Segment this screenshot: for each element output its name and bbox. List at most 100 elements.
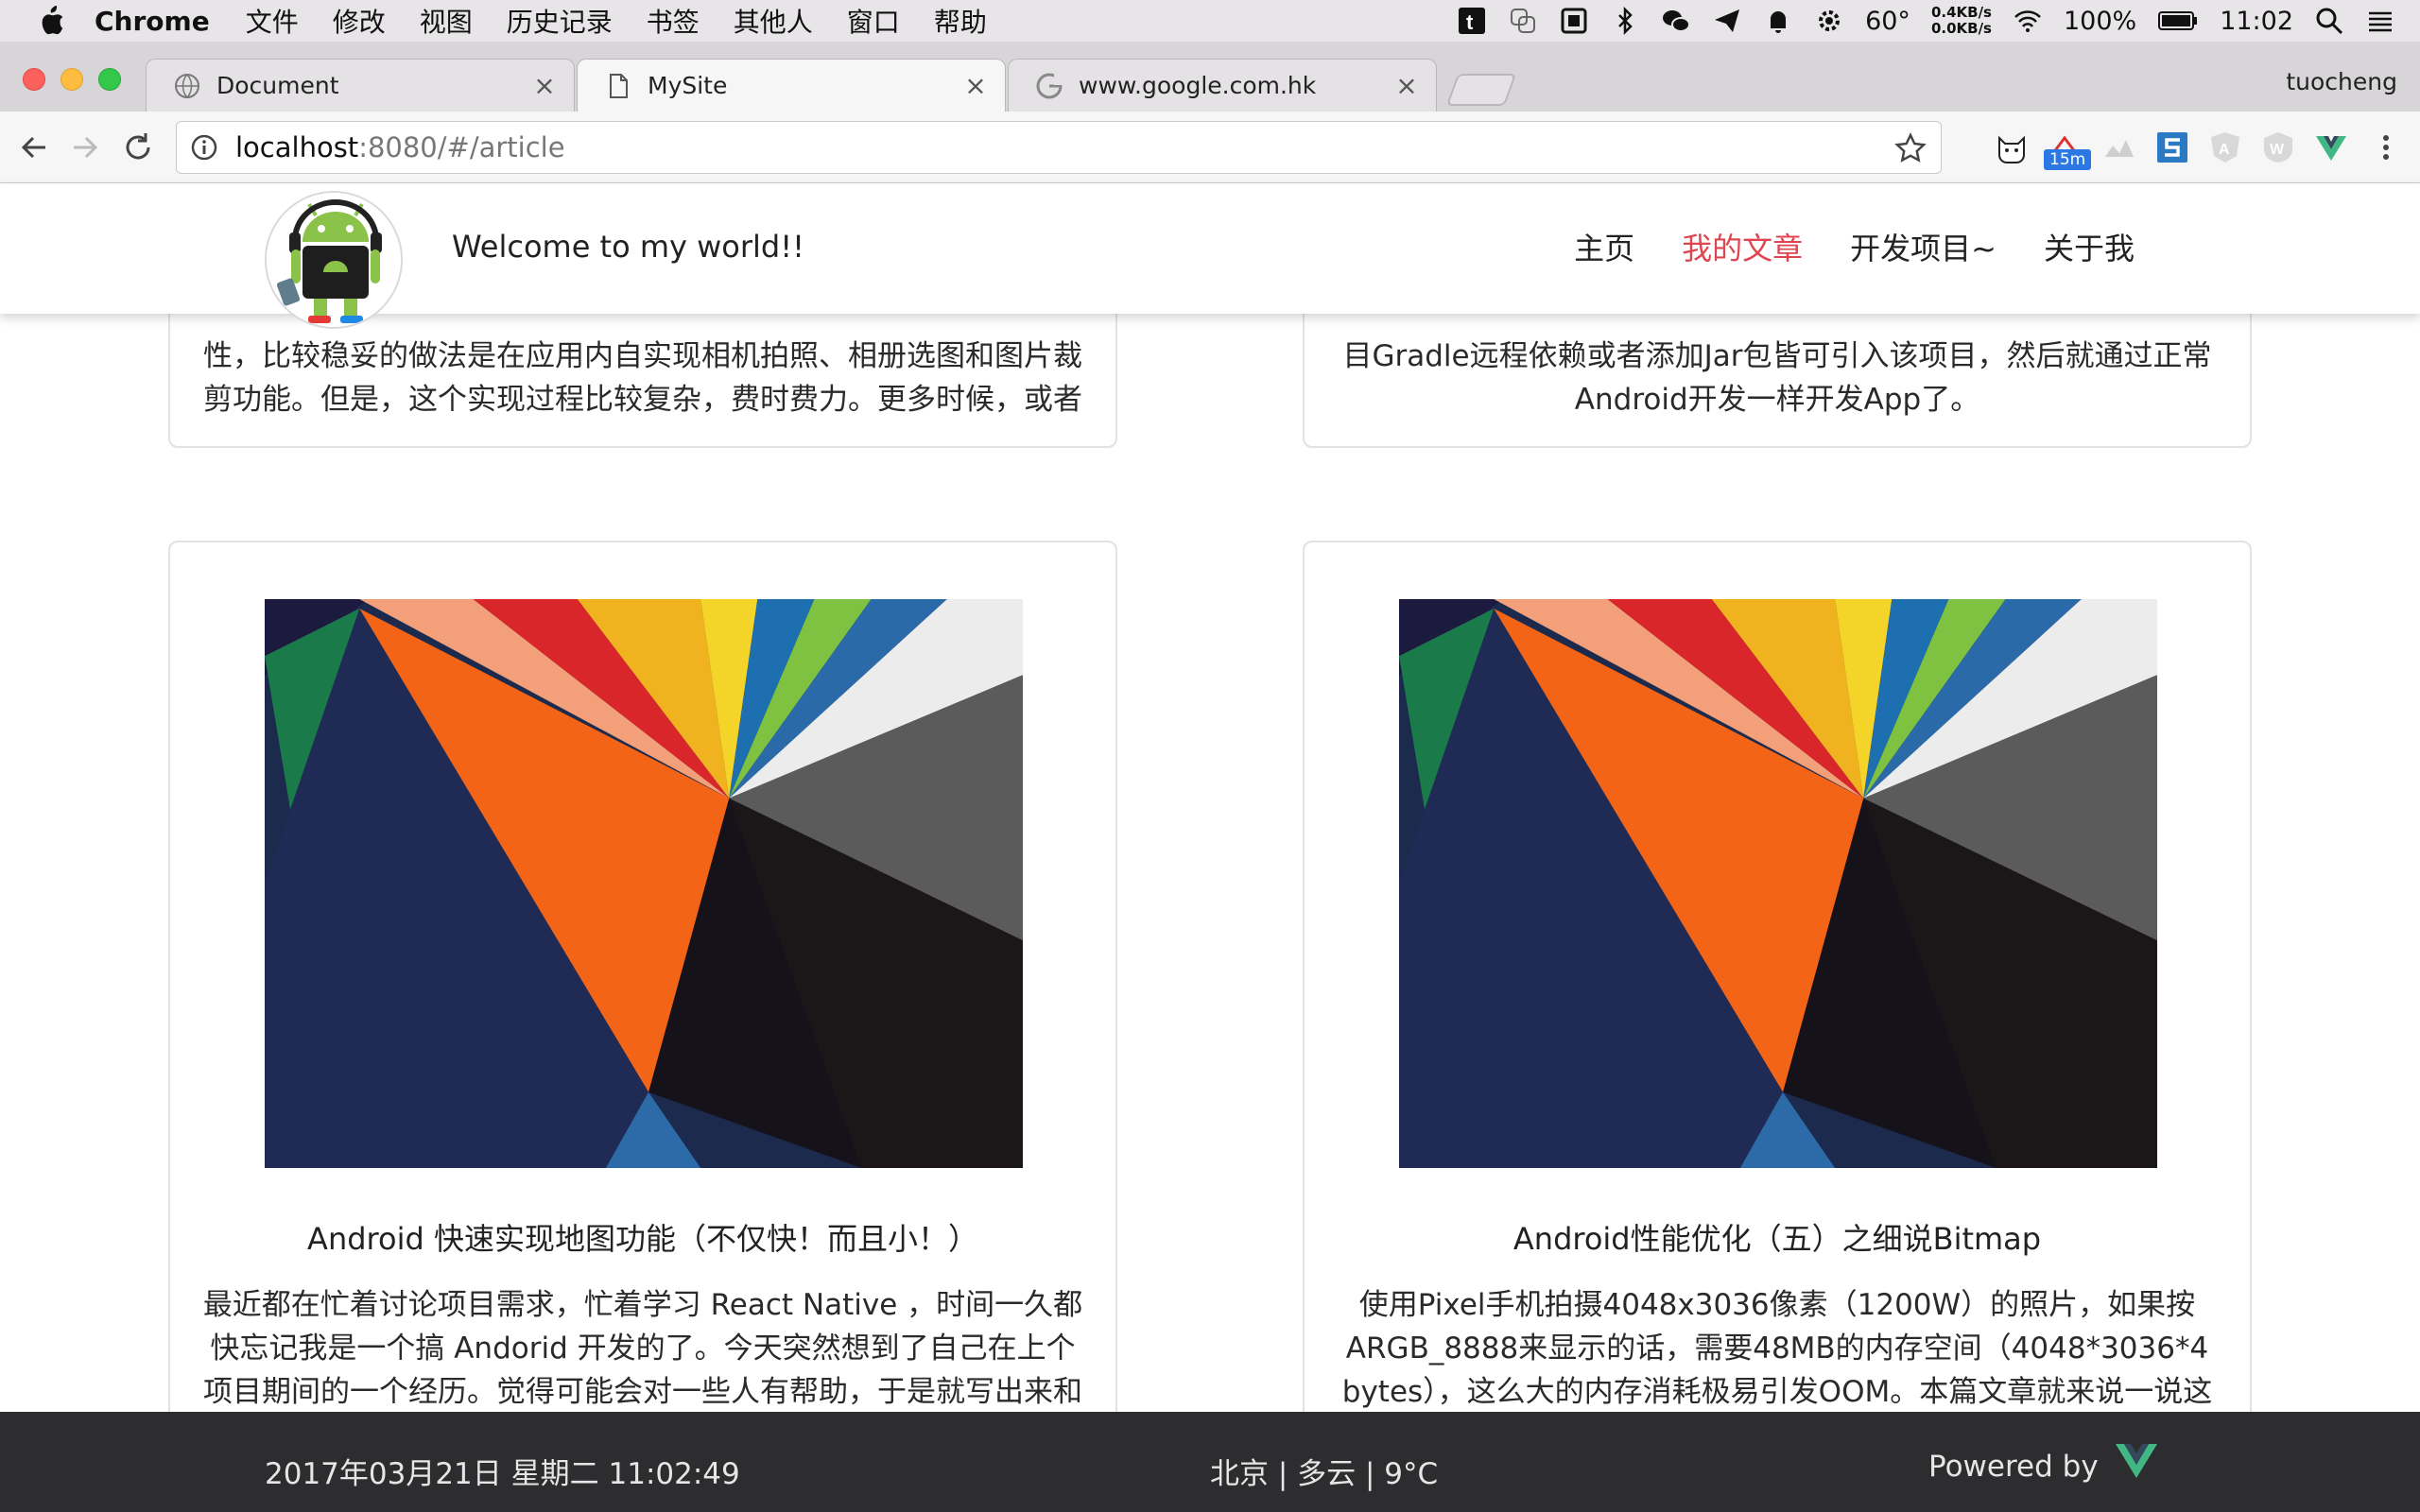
zoom-window-button[interactable] — [98, 68, 121, 91]
url-path: :8080/#/article — [358, 131, 565, 163]
footer-weather: 北京 | 多云 | 9°C — [1210, 1457, 1439, 1491]
battery-percent[interactable]: 100% — [2064, 7, 2136, 36]
temperature-readout[interactable]: 60° — [1865, 7, 1910, 36]
vue-devtools-icon[interactable] — [2314, 130, 2348, 164]
w-extension-icon[interactable]: W — [2261, 130, 2295, 164]
svg-text:A: A — [2219, 142, 2230, 158]
nav-home[interactable]: 主页 — [1574, 225, 1634, 268]
page-icon — [610, 73, 628, 98]
profile-name[interactable]: tuocheng — [2286, 68, 2397, 95]
battery-icon[interactable] — [2157, 6, 2199, 36]
sun-icon[interactable] — [1814, 6, 1844, 36]
tab-document[interactable]: Document × — [146, 59, 575, 112]
tile-icon[interactable] — [1508, 6, 1538, 36]
tab-strip: Document × MySite × www.google.com.hk × … — [0, 42, 2420, 112]
reload-icon — [126, 133, 150, 160]
puzzle-icon[interactable] — [1559, 6, 1589, 36]
wechat-icon[interactable] — [1661, 6, 1691, 36]
article-card[interactable]: Android 快速实现地图功能（不仅快！而且小！） 最近都在忙着讨论项目需求，… — [168, 541, 1117, 1412]
tab-close-icon[interactable]: × — [1392, 70, 1421, 101]
app-name-menu[interactable]: Chrome — [95, 6, 210, 37]
send-icon[interactable] — [1712, 6, 1742, 36]
article-cover-image[interactable] — [1399, 599, 2157, 1168]
apple-logo-icon[interactable] — [38, 5, 66, 37]
bell-icon[interactable] — [1763, 6, 1793, 36]
svg-text:W: W — [2270, 142, 2285, 158]
vue-logo-icon[interactable] — [2116, 1442, 2157, 1480]
article-cover-image[interactable] — [265, 599, 1023, 1168]
globe-icon — [175, 73, 199, 98]
article-title[interactable]: Android性能优化（五）之细说Bitmap — [1305, 1215, 2250, 1259]
site-footer: 2017年03月21日 星期二 11:02:49 北京 | 多云 | 9°C P… — [0, 1412, 2420, 1512]
excerpt-line: 项目期间的一个经历。觉得可能会对一些人有帮助，于是就写出来和 — [203, 1375, 1082, 1409]
reload-button[interactable] — [119, 129, 157, 166]
browser-toolbar: localhost:8080/#/article 15m A W — [0, 112, 2420, 183]
menu-bookmarks[interactable]: 书签 — [647, 2, 700, 40]
tab-close-icon[interactable]: × — [530, 70, 559, 101]
menu-file[interactable]: 文件 — [246, 2, 299, 40]
excerpt-line: bytes），这么大的内存消耗极易引发OOM。本篇文章就来说一说这 — [1341, 1375, 2213, 1409]
status-tray: t 60° 0.4KB/s 0.0KB/s 100% 11:02 — [1457, 0, 2395, 42]
address-bar[interactable]: localhost:8080/#/article — [176, 121, 1942, 174]
excerpt-line: 最近都在忙着讨论项目需求，忙着学习 React Native ，时间一久都 — [202, 1288, 1083, 1322]
menu-help[interactable]: 帮助 — [934, 2, 987, 40]
site-nav: 主页 我的文章 开发项目~ 关于我 — [1574, 225, 2135, 268]
nav-projects[interactable]: 开发项目~ — [1850, 225, 1996, 268]
back-button[interactable] — [15, 129, 53, 166]
excerpt-line: 剪功能。但是，这个实现过程比较复杂，费时费力。更多时候，或者 — [203, 383, 1082, 417]
info-icon[interactable] — [190, 133, 218, 162]
list-icon[interactable] — [2365, 6, 2395, 36]
avatar[interactable] — [265, 191, 403, 329]
back-arrow-icon — [21, 136, 45, 159]
angular-extension-icon[interactable]: A — [2208, 130, 2242, 164]
tab-google[interactable]: www.google.com.hk × — [1008, 59, 1437, 112]
forward-arrow-icon — [74, 136, 98, 159]
clock[interactable]: 11:02 — [2220, 7, 2293, 36]
forward-button[interactable] — [66, 129, 104, 166]
bookmark-star-icon[interactable] — [1893, 131, 1927, 165]
chart-extension-icon[interactable] — [2102, 130, 2136, 164]
bluetooth-icon[interactable] — [1610, 6, 1640, 36]
s-extension-icon[interactable] — [2155, 130, 2189, 164]
url-host: localhost — [235, 131, 359, 163]
site-header: Welcome to my world!! 主页 我的文章 开发项目~ 关于我 — [0, 183, 2420, 329]
minimize-window-button[interactable] — [60, 68, 83, 91]
excerpt-line: 目Gradle远程依赖或者添加Jar包皆可引入该项目，然后就通过正常 — [1342, 339, 2212, 373]
page-viewport: 性，比较稳妥的做法是在应用内自实现相机拍照、相册选图和图片裁 剪功能。但是，这个… — [0, 183, 2420, 1412]
android-avatar-icon — [267, 193, 401, 327]
menu-people[interactable]: 其他人 — [734, 2, 813, 40]
search-icon[interactable] — [2314, 6, 2344, 36]
article-excerpt: 使用Pixel手机拍摄4048x3036像素（1200W）的照片，如果按 ARG… — [1305, 1283, 2250, 1412]
tab-close-icon[interactable]: × — [961, 70, 990, 101]
t-icon[interactable]: t — [1457, 6, 1487, 36]
article-title[interactable]: Android 快速实现地图功能（不仅快！而且小！） — [170, 1215, 1115, 1259]
welcome-text: Welcome to my world!! — [452, 229, 804, 265]
footer-powered-by: Powered by — [1928, 1450, 2099, 1484]
menu-window[interactable]: 窗口 — [847, 2, 900, 40]
tab-mysite[interactable]: MySite × — [577, 59, 1006, 112]
menu-edit[interactable]: 修改 — [333, 2, 386, 40]
svg-text:t: t — [1466, 10, 1474, 34]
article-card[interactable]: Android性能优化（五）之细说Bitmap 使用Pixel手机拍摄4048x… — [1303, 541, 2252, 1412]
excerpt-line: ARGB_8888来显示的话，需要48MB的内存空间（4048*3036*4 — [1345, 1332, 2209, 1366]
excerpt-line: 使用Pixel手机拍摄4048x3036像素（1200W）的照片，如果按 — [1358, 1288, 2196, 1322]
nav-my-articles[interactable]: 我的文章 — [1682, 225, 1803, 268]
menu-history[interactable]: 历史记录 — [507, 2, 613, 40]
cat-extension-icon[interactable] — [1995, 130, 2029, 164]
tab-title: Document — [216, 72, 339, 99]
excerpt-line: 快忘记我是一个搞 Andorid 开发的了。今天突然想到了自己在上个 — [210, 1332, 1076, 1366]
new-tab-button[interactable] — [1445, 74, 1517, 106]
menu-view[interactable]: 视图 — [420, 2, 473, 40]
timer-badge: 15m — [2044, 149, 2092, 170]
google-icon — [1036, 73, 1063, 98]
chrome-menu-icon[interactable] — [2369, 130, 2403, 164]
tab-title: MySite — [648, 72, 728, 99]
excerpt-line: Android开发一样开发App了。 — [1574, 383, 1980, 417]
close-window-button[interactable] — [23, 68, 45, 91]
nav-about[interactable]: 关于我 — [2044, 225, 2135, 268]
network-speed[interactable]: 0.4KB/s 0.0KB/s — [1931, 5, 1992, 37]
wifi-icon[interactable] — [2013, 6, 2043, 36]
article-excerpt: 最近都在忙着讨论项目需求，忙着学习 React Native ，时间一久都 快忘… — [170, 1283, 1115, 1412]
net-up: 0.4KB/s — [1930, 4, 1992, 21]
excerpt-line: 性，比较稳妥的做法是在应用内自实现相机拍照、相册选图和图片裁 — [203, 339, 1082, 373]
